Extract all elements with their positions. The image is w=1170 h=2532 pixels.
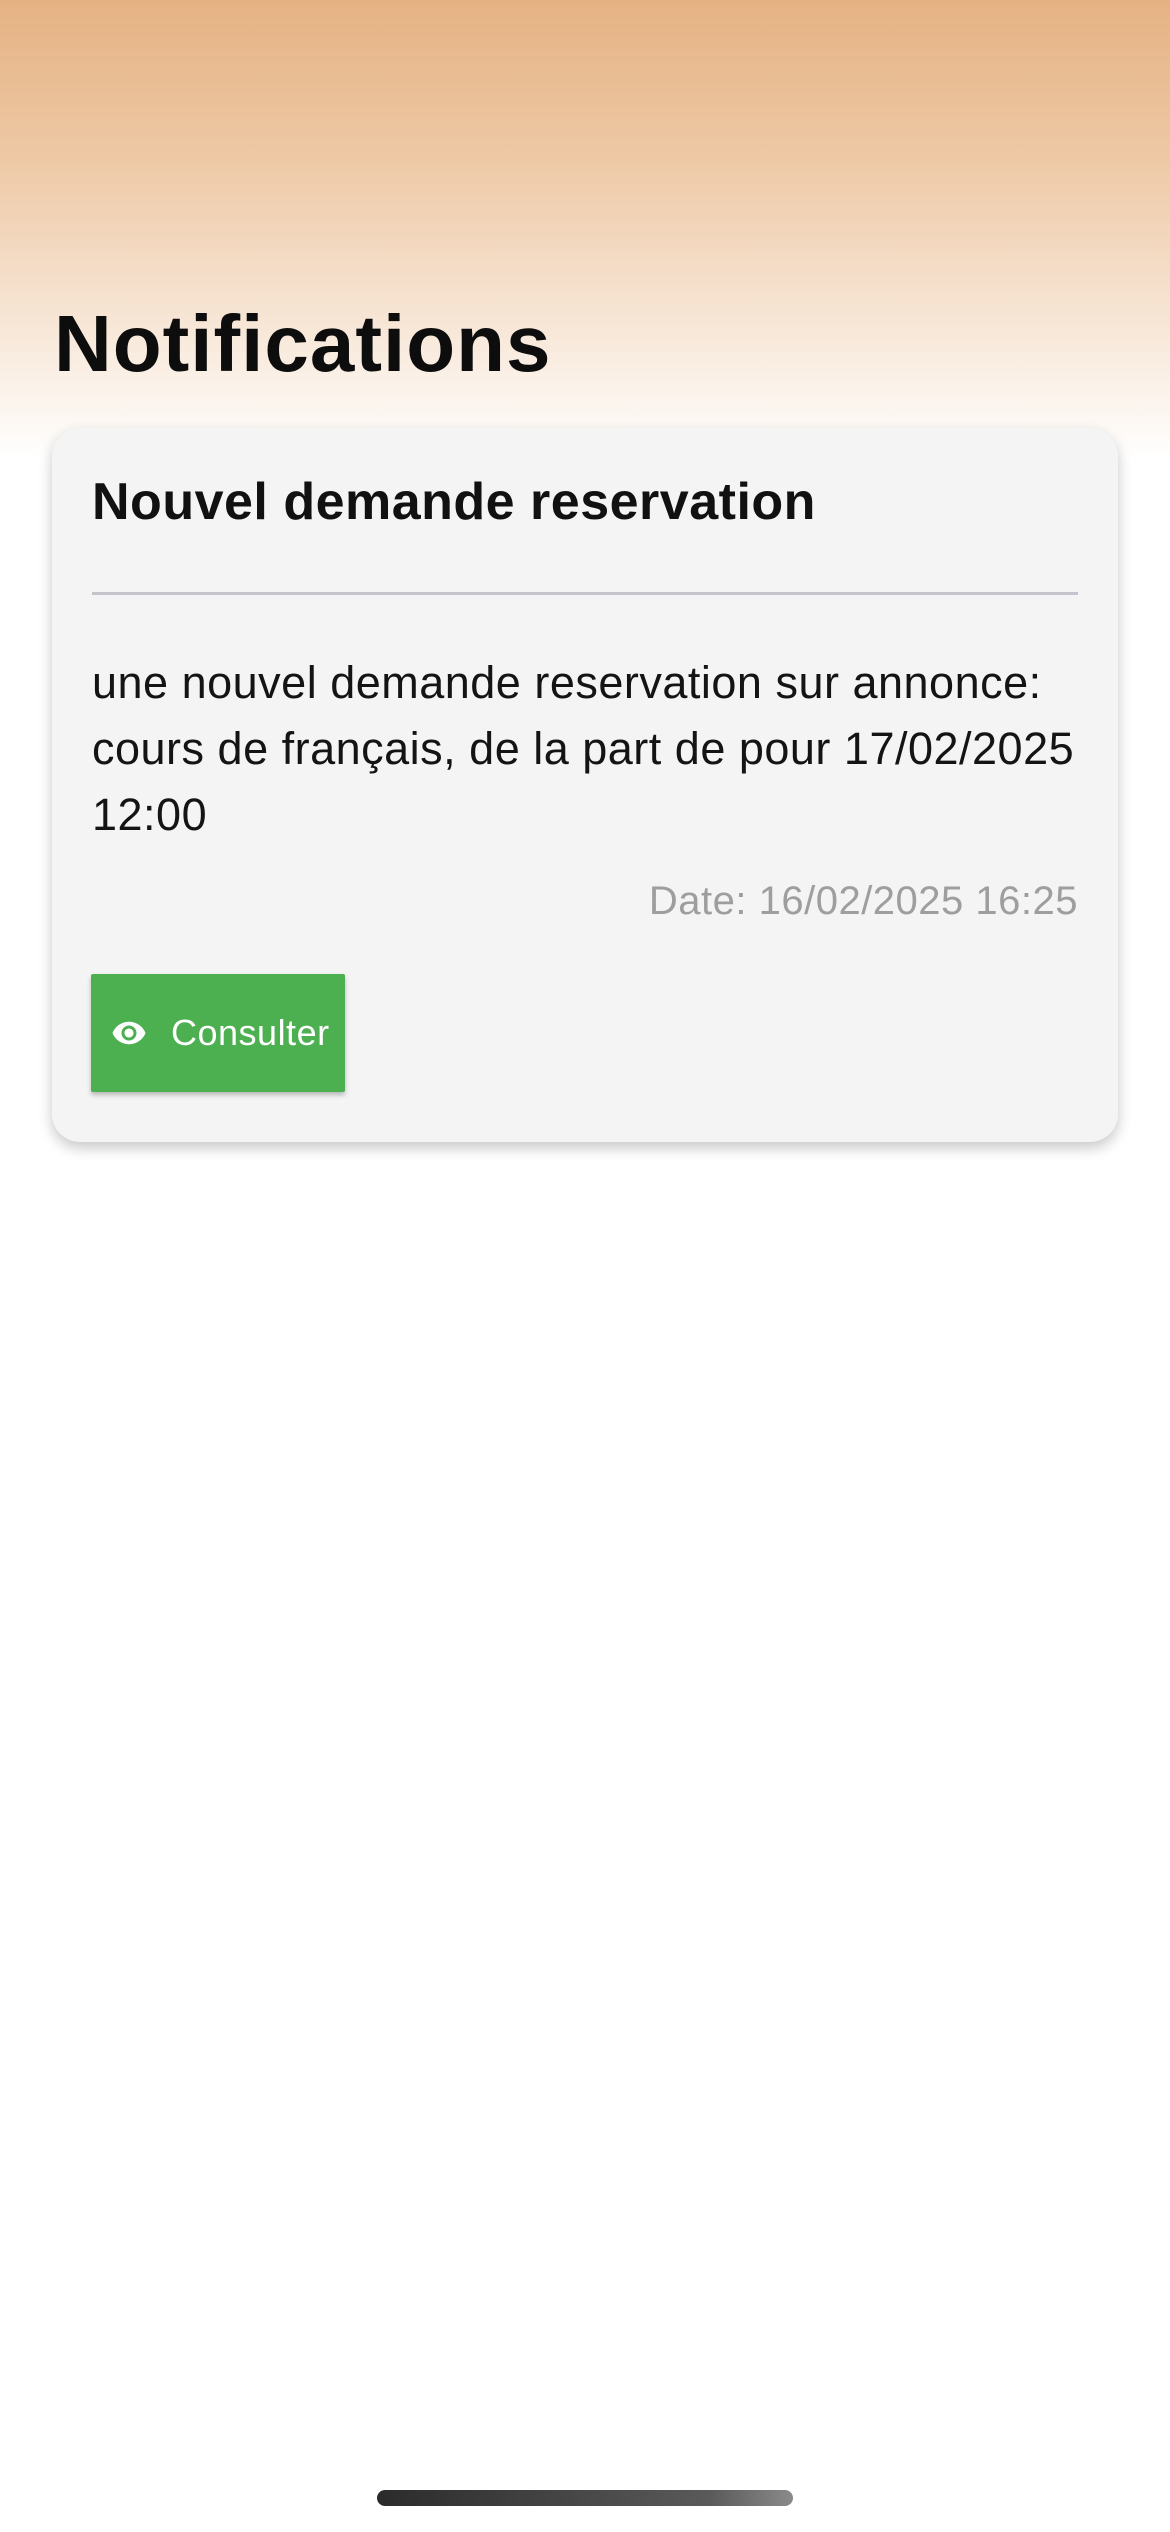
eye-icon [112, 1021, 146, 1045]
notification-title: Nouvel demande reservation [92, 473, 816, 531]
card-divider [92, 592, 1078, 595]
home-indicator[interactable] [377, 2490, 793, 2506]
consult-button-label: Consulter [171, 1012, 330, 1053]
notification-card: Nouvel demande reservation une nouvel de… [52, 428, 1118, 1142]
notification-message: une nouvel demande reservation sur annon… [92, 657, 1075, 840]
notification-date: Date: 16/02/2025 16:25 [648, 879, 1078, 923]
consult-button[interactable]: Consulter [91, 974, 345, 1092]
page-title: Notifications [54, 299, 552, 388]
